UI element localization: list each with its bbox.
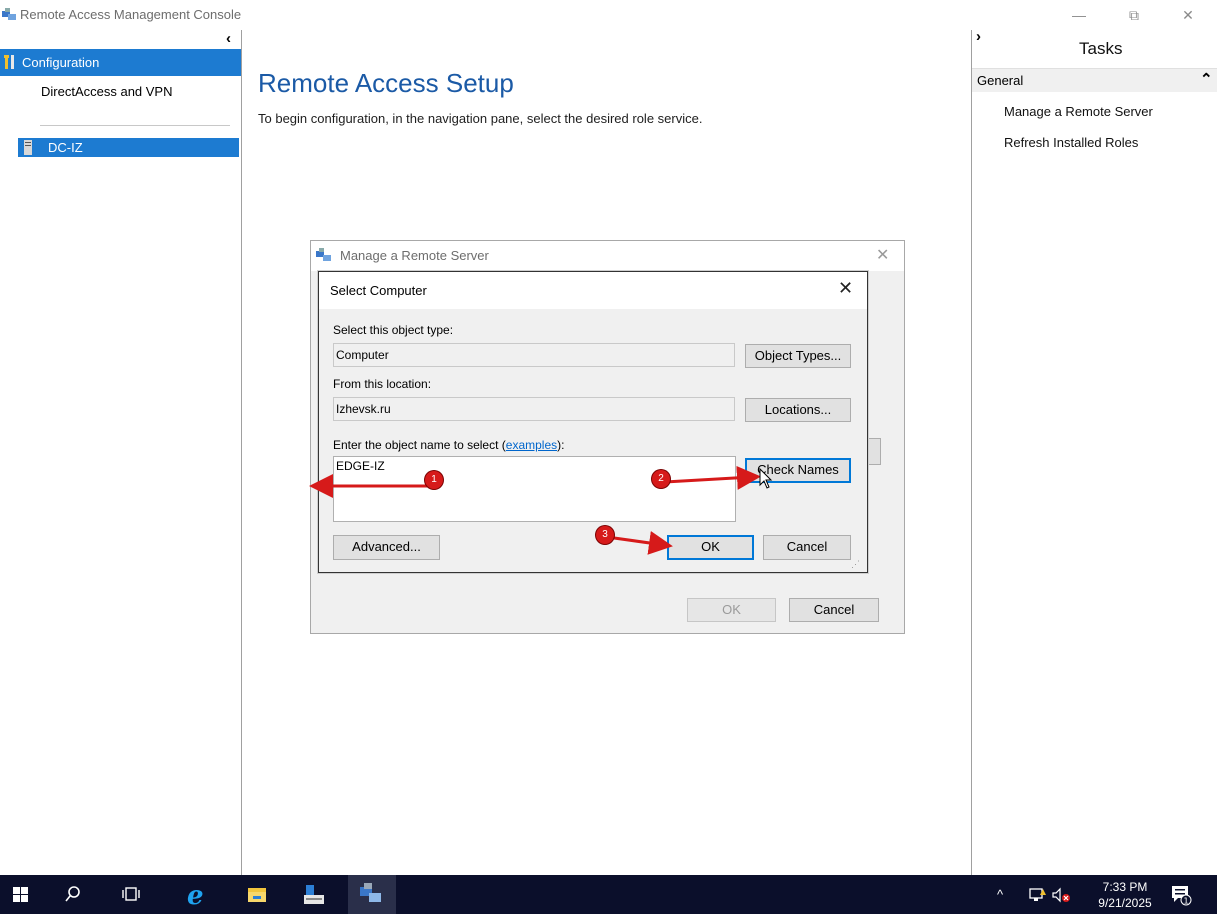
object-type-field: Computer — [333, 343, 735, 367]
clock-date[interactable]: 9/21/2025 — [1092, 896, 1158, 910]
action-center-icon[interactable]: 1 — [1170, 884, 1192, 906]
page-description: To begin configuration, in the navigatio… — [258, 111, 703, 126]
object-type-value: Computer — [336, 348, 389, 362]
location-label: From this location: — [333, 377, 432, 391]
taskbar-active-app[interactable] — [348, 875, 396, 914]
volume-muted-icon[interactable] — [1051, 886, 1071, 904]
advanced-button[interactable]: Advanced... — [333, 535, 440, 560]
close-icon[interactable]: ✕ — [876, 245, 889, 265]
examples-link[interactable]: examples — [506, 438, 557, 452]
ok-button[interactable]: OK — [667, 535, 754, 560]
tasks-section-general[interactable]: General ⌃ — [972, 68, 1217, 92]
object-name-input[interactable]: EDGE-IZ — [333, 456, 736, 522]
resize-grip-icon[interactable]: ⋰ — [851, 559, 860, 570]
nav-item-configuration[interactable]: Configuration — [0, 49, 241, 76]
server-manager-icon[interactable] — [294, 875, 334, 914]
remote-access-app-icon — [2, 8, 16, 20]
nav-divider — [40, 125, 230, 126]
tasks-pane — [971, 30, 1217, 875]
ok-button-disabled[interactable]: OK — [687, 598, 776, 622]
windows-start-icon[interactable] — [0, 875, 40, 914]
notification-count: 1 — [1184, 897, 1189, 906]
expand-pane-icon[interactable]: › — [976, 28, 981, 45]
select-computer-dialog: Select Computer ✕ Select this object typ… — [318, 271, 868, 573]
clock-time[interactable]: 7:33 PM — [1092, 880, 1158, 894]
dialog-title: Select Computer — [330, 283, 427, 298]
dialog-title-bar: Manage a Remote Server ✕ — [311, 241, 904, 271]
annotation-marker-3: 3 — [596, 526, 614, 544]
show-hidden-icons-chevron[interactable]: ^ — [997, 887, 1003, 902]
annotation-marker-2: 2 — [652, 470, 670, 488]
window-title: Remote Access Management Console — [20, 7, 242, 22]
taskbar: e ^ 7:33 PM 9/21/2025 1 — [0, 875, 1217, 914]
page-title: Remote Access Setup — [258, 68, 514, 98]
network-warning-icon[interactable] — [1028, 886, 1048, 904]
restore-button[interactable]: ⧉ — [1112, 2, 1156, 28]
dialog-title-bar: Select Computer ✕ — [319, 272, 867, 309]
dialog-title: Manage a Remote Server — [340, 248, 489, 263]
tools-icon — [4, 55, 14, 69]
dialog-body: Select this object type: Computer Object… — [319, 309, 867, 572]
task-manage-remote-server[interactable]: Manage a Remote Server — [1004, 104, 1153, 119]
search-icon[interactable] — [52, 875, 92, 914]
remote-access-app-icon — [316, 248, 331, 261]
remote-access-console-icon — [360, 883, 381, 902]
cancel-button[interactable]: Cancel — [789, 598, 879, 622]
close-icon[interactable]: ✕ — [838, 278, 853, 299]
chevron-up-icon[interactable]: ⌃ — [1200, 70, 1213, 88]
location-value: Izhevsk.ru — [336, 402, 391, 416]
cancel-button[interactable]: Cancel — [763, 535, 851, 560]
location-field: Izhevsk.ru — [333, 397, 735, 421]
minimize-button[interactable]: — — [1057, 2, 1101, 28]
nav-item-label: Configuration — [22, 55, 100, 70]
svg-text:e: e — [187, 881, 204, 911]
section-label: General — [977, 73, 1024, 88]
mouse-cursor-icon — [759, 468, 773, 489]
annotation-marker-1: 1 — [425, 471, 443, 489]
tasks-title: Tasks — [1079, 39, 1123, 58]
label-suffix: ): — [557, 438, 565, 452]
partially-hidden-button[interactable] — [867, 438, 881, 465]
title-bar: Remote Access Management Console — ⧉ ✕ — [0, 0, 1217, 30]
object-name-label: Enter the object name to select (example… — [333, 438, 564, 452]
locations-button[interactable]: Locations... — [745, 398, 851, 422]
nav-item-directaccess-vpn[interactable]: DirectAccess and VPN — [41, 84, 173, 99]
nav-item-server[interactable]: DC-IZ — [18, 138, 239, 157]
dialog-footer: OK Cancel — [311, 571, 904, 633]
task-view-icon[interactable] — [111, 875, 151, 914]
server-icon — [24, 140, 32, 155]
file-explorer-icon[interactable] — [237, 875, 277, 914]
object-types-button[interactable]: Object Types... — [745, 344, 851, 368]
collapse-pane-icon[interactable]: ‹ — [226, 30, 231, 47]
internet-explorer-icon[interactable]: e — [178, 875, 218, 914]
close-window-button[interactable]: ✕ — [1166, 2, 1210, 28]
object-type-label: Select this object type: — [333, 323, 454, 337]
nav-item-label: DC-IZ — [48, 140, 83, 155]
task-refresh-installed-roles[interactable]: Refresh Installed Roles — [1004, 135, 1138, 150]
object-name-value: EDGE-IZ — [336, 459, 385, 473]
label-prefix: Enter the object name to select ( — [333, 438, 506, 452]
